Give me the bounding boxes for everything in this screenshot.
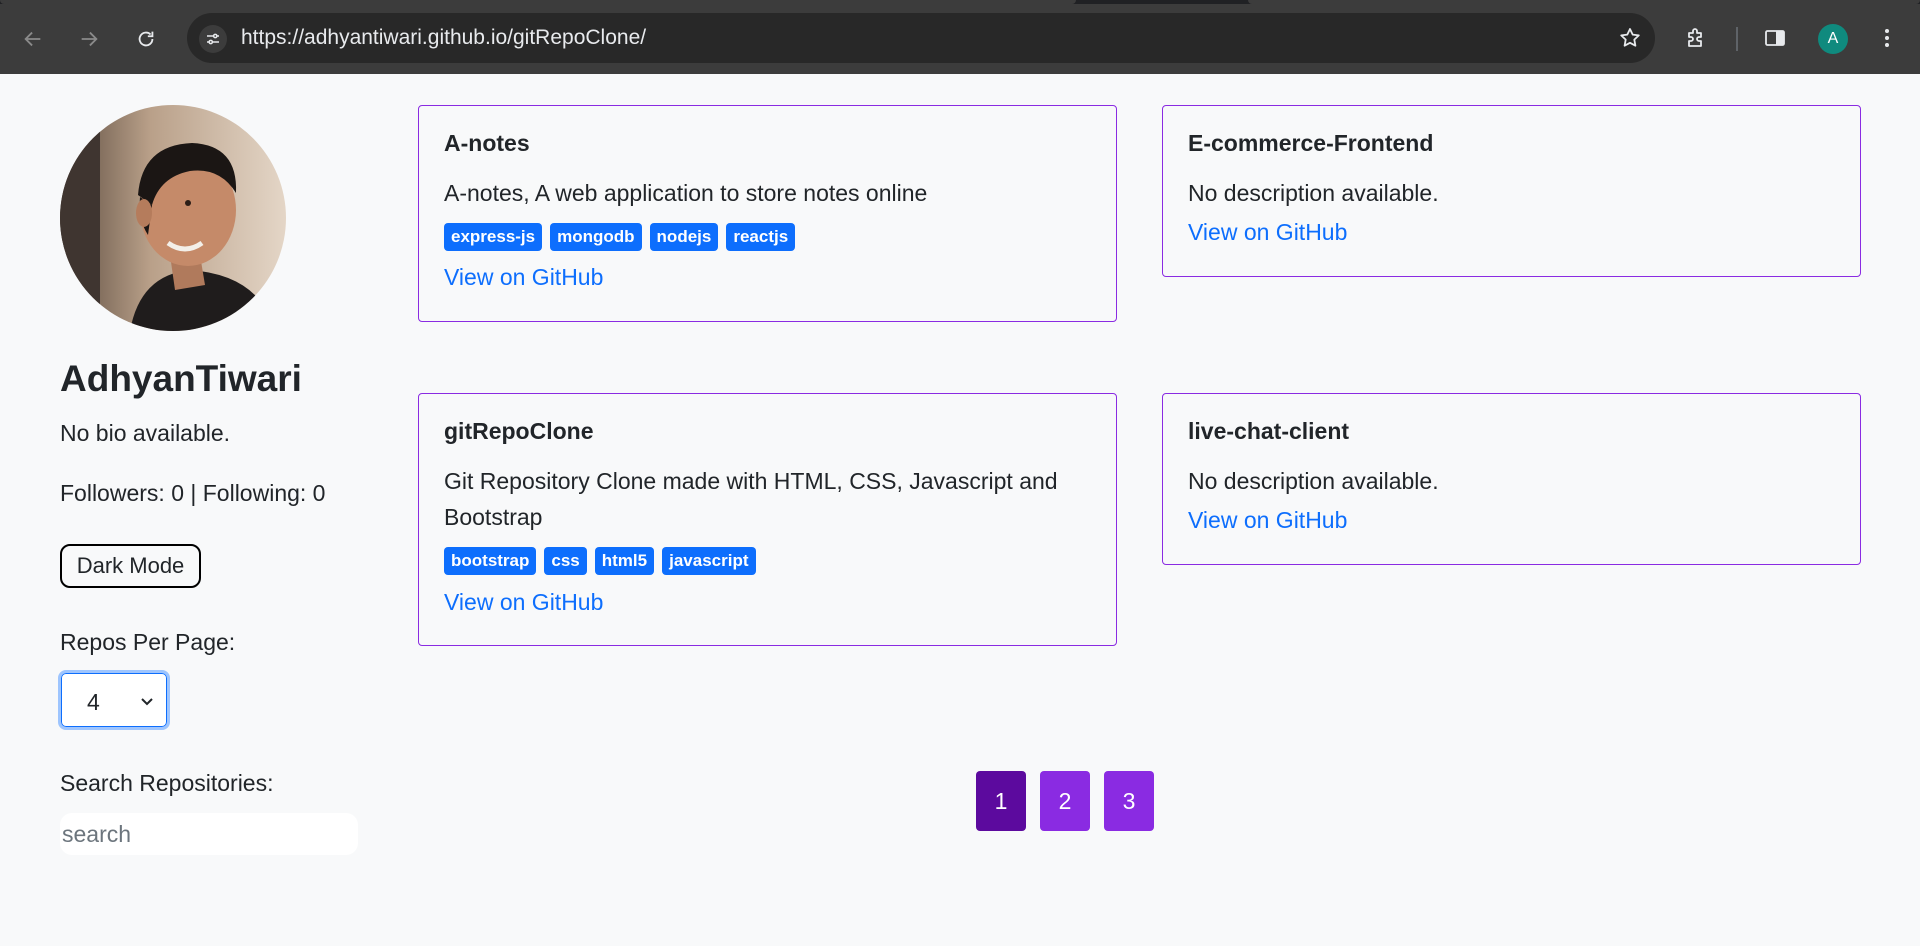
back-icon[interactable]: [14, 20, 52, 58]
topic-badge: javascript: [662, 547, 756, 575]
topic-badge: mongodb: [550, 223, 642, 251]
repo-title: live-chat-client: [1188, 418, 1350, 444]
repo-card: E-commerce-Frontend No description avail…: [1162, 105, 1861, 277]
repos-per-page-select[interactable]: 4: [58, 670, 170, 730]
profile-avatar[interactable]: A: [1818, 24, 1848, 54]
repo-card: A-notes A-notes, A web application to st…: [418, 105, 1117, 322]
profile-bio: No bio available.: [60, 420, 231, 446]
topic-badge: bootstrap: [444, 547, 537, 575]
view-on-github-link[interactable]: View on GitHub: [444, 589, 603, 616]
repo-title: gitRepoClone: [444, 418, 594, 444]
topic-badge: express-js: [444, 223, 543, 251]
topic-badge: html5: [594, 547, 655, 575]
repo-description: No description available.: [1188, 468, 1439, 494]
view-on-github-link[interactable]: View on GitHub: [1188, 219, 1347, 246]
repos-per-page-value: 4: [87, 689, 100, 715]
page-button-3[interactable]: 3: [1104, 771, 1154, 831]
search-repos-input[interactable]: [60, 813, 358, 855]
extensions-icon[interactable]: [1678, 20, 1714, 56]
search-repos-label: Search Repositories:: [60, 770, 274, 796]
active-tab-edge[interactable]: [0, 0, 1076, 4]
page-button-1[interactable]: 1: [976, 771, 1026, 831]
repo-title: A-notes: [444, 130, 530, 156]
follow-stats: Followers: 0 | Following: 0: [60, 480, 325, 507]
repo-description: No description available.: [1188, 180, 1439, 206]
repo-topics: bootstrap css html5 javascript: [444, 547, 756, 575]
topic-badge: reactjs: [726, 223, 796, 251]
repo-topics: express-js mongodb nodejs reactjs: [444, 223, 796, 251]
repo-card: live-chat-client No description availabl…: [1162, 393, 1861, 565]
repo-card: gitRepoClone Git Repository Clone made w…: [418, 393, 1117, 646]
reload-icon[interactable]: [127, 20, 165, 58]
follow-separator: |: [183, 480, 203, 506]
repos-per-page-label: Repos Per Page:: [60, 629, 236, 655]
chevron-down-icon: [141, 698, 153, 706]
repo-description: Git Repository Clone made with HTML, CSS…: [444, 468, 1058, 530]
inactive-tab-edge[interactable]: [1248, 0, 1920, 4]
topic-badge: css: [544, 547, 587, 575]
profile-username: AdhyanTiwari: [60, 358, 302, 399]
forward-icon[interactable]: [70, 20, 108, 58]
site-info-icon[interactable]: [199, 25, 227, 53]
profile-photo: [60, 105, 286, 331]
repo-title: E-commerce-Frontend: [1188, 130, 1434, 156]
menu-kebab-icon[interactable]: [1869, 20, 1905, 56]
followers-count: Followers: 0: [60, 480, 184, 506]
browser-toolbar: https://adhyantiwari.github.io/gitRepoCl…: [0, 0, 1920, 74]
view-on-github-link[interactable]: View on GitHub: [444, 264, 603, 291]
toolbar-divider: [1736, 27, 1738, 51]
bookmark-star-icon[interactable]: [1615, 23, 1645, 53]
page-button-2[interactable]: 2: [1040, 771, 1090, 831]
topic-badge: nodejs: [649, 223, 719, 251]
address-bar[interactable]: https://adhyantiwari.github.io/gitRepoCl…: [187, 13, 1655, 63]
url-text[interactable]: https://adhyantiwari.github.io/gitRepoCl…: [241, 26, 646, 50]
repo-description: A-notes, A web application to store note…: [444, 180, 928, 206]
dark-mode-button[interactable]: Dark Mode: [60, 544, 201, 588]
following-count: Following: 0: [202, 480, 326, 506]
side-panel-icon[interactable]: [1757, 20, 1793, 56]
view-on-github-link[interactable]: View on GitHub: [1188, 507, 1347, 534]
